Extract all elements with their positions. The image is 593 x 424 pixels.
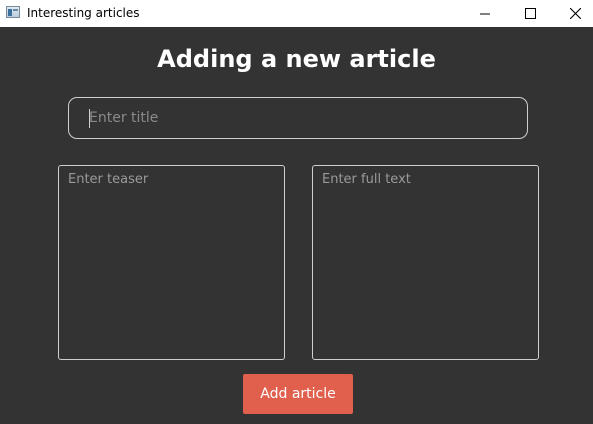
add-article-button[interactable]: Add article [243, 374, 353, 414]
app-window-icon [6, 6, 20, 18]
app-window: Interesting articles Adding a new articl… [0, 0, 593, 424]
maximize-icon [524, 8, 536, 19]
full-text-textarea[interactable] [312, 165, 539, 360]
text-caret [89, 109, 90, 128]
teaser-textarea[interactable] [58, 165, 285, 360]
page-title: Adding a new article [157, 45, 436, 73]
window-title: Interesting articles [27, 6, 140, 20]
maximize-button[interactable] [507, 0, 553, 27]
minimize-button[interactable] [462, 0, 508, 27]
window-titlebar[interactable]: Interesting articles [0, 0, 593, 27]
close-button[interactable] [552, 0, 593, 27]
title-input[interactable] [68, 97, 528, 139]
minimize-icon [480, 13, 490, 14]
close-icon [569, 8, 581, 19]
